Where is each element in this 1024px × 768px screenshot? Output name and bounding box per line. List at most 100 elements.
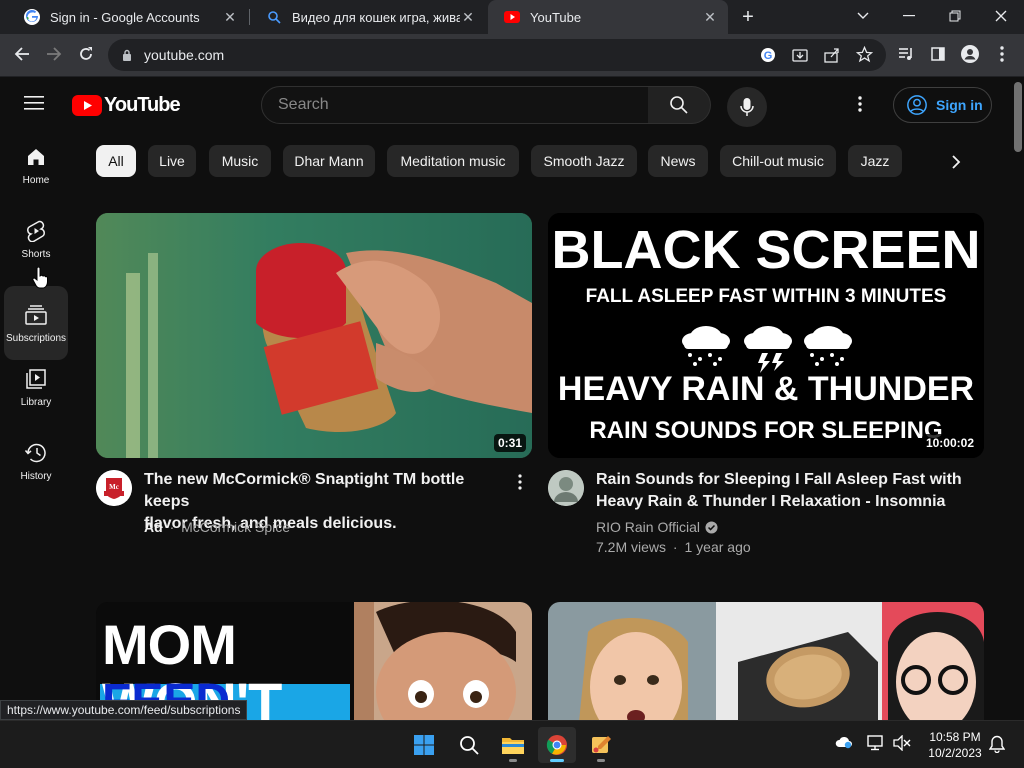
chips-next-button[interactable] (938, 144, 974, 180)
media-control-button[interactable] (892, 40, 920, 68)
notifications-button[interactable] (988, 735, 1006, 758)
tab-youtube[interactable]: YouTube ✕ (488, 0, 728, 34)
youtube-logo[interactable]: YouTube (72, 94, 181, 116)
taskbar-paint[interactable] (582, 727, 620, 763)
search-input[interactable] (278, 96, 648, 114)
playlist-icon (899, 48, 912, 60)
sign-in-button[interactable]: Sign in (893, 87, 992, 123)
tab-google-signin[interactable]: Sign in - Google Accounts ✕ (8, 0, 248, 34)
chrome-icon (546, 735, 567, 755)
guide-item-home[interactable]: Home (4, 128, 68, 202)
tab-search-button[interactable] (840, 0, 886, 32)
channel-avatar-rio-rain[interactable] (548, 470, 584, 506)
reload-button[interactable] (72, 40, 100, 68)
side-panel-button[interactable] (924, 40, 952, 68)
google-g-icon (24, 9, 40, 25)
profile-button[interactable] (956, 40, 984, 68)
address-bar[interactable]: youtube.com G (108, 39, 886, 71)
install-app-icon[interactable] (792, 47, 808, 66)
search-box[interactable] (261, 86, 649, 124)
youtube-logo-icon (72, 94, 102, 116)
video-meta: Ad · McCormick Spice (144, 519, 291, 535)
forward-arrow-icon (47, 47, 62, 61)
onedrive-tray-icon[interactable] (835, 735, 853, 754)
guide-item-library[interactable]: Library (4, 350, 68, 424)
search-icon (460, 736, 479, 755)
side-panel-icon (931, 47, 945, 61)
page-scrollbar[interactable] (1012, 78, 1024, 720)
chip-jazz[interactable]: Jazz (848, 145, 902, 177)
video-title[interactable]: Rain Sounds for Sleeping I Fall Asleep F… (596, 469, 976, 513)
restore-button[interactable] (932, 0, 978, 32)
chip-fade (902, 138, 942, 184)
new-tab-button[interactable]: + (736, 6, 760, 28)
video-duration: 0:31 (493, 434, 526, 452)
guide-item-shorts[interactable]: Shorts (4, 202, 68, 276)
channel-row: RIO Rain Official (596, 517, 718, 537)
channel-name[interactable]: McCormick Spice (181, 519, 290, 535)
reload-icon (80, 47, 92, 60)
channel-avatar-mccormick[interactable]: Mc (96, 470, 132, 506)
share-icon[interactable] (824, 47, 840, 66)
back-button[interactable] (8, 40, 36, 68)
tab-cat-video[interactable]: Видео для кошек игра, живая м ✕ (250, 0, 486, 34)
active-indicator (550, 759, 564, 762)
network-tray-icon[interactable] (867, 735, 885, 756)
scrollbar-thumb[interactable] (1014, 82, 1022, 152)
video-thumbnail-mccormick[interactable]: 0:31 (96, 213, 532, 458)
close-icon[interactable]: ✕ (702, 9, 718, 26)
guide-item-subscriptions[interactable]: Subscriptions (4, 286, 68, 360)
guide-label: History (20, 470, 52, 482)
video-thumbnail-toaster[interactable] (548, 602, 984, 720)
volume-tray-icon[interactable] (893, 734, 911, 756)
channel-name[interactable]: RIO Rain Official (596, 517, 700, 537)
video-action-menu-button[interactable] (518, 474, 522, 495)
running-indicator (509, 759, 517, 762)
bookmark-star-icon[interactable] (855, 45, 874, 66)
close-icon (995, 10, 1007, 22)
file-explorer-icon (502, 738, 524, 754)
channel-avatar-image (548, 470, 584, 506)
sign-in-label: Sign in (936, 97, 983, 113)
running-indicator (597, 759, 605, 762)
home-icon (24, 145, 48, 169)
chip-music[interactable]: Music (209, 145, 271, 177)
system-clock[interactable]: 10:58 PM 10/2/2023 (918, 729, 992, 761)
minimize-button[interactable] (886, 0, 932, 32)
more-vertical-icon (1000, 46, 1004, 62)
window-close-button[interactable] (978, 0, 1024, 32)
windows-start-icon (414, 735, 434, 755)
svg-text:G: G (764, 50, 773, 62)
network-icon (867, 735, 883, 751)
chrome-menu-button[interactable] (988, 40, 1016, 68)
thumbnail-text-line2: FALL ASLEEP FAST WITHIN 3 MINUTES (585, 286, 947, 307)
thumbnail-text-line3: HEAVY RAIN & THUNDER (557, 370, 975, 408)
settings-menu-button[interactable] (858, 96, 862, 117)
forward-button[interactable] (40, 40, 68, 68)
verified-check-icon (705, 520, 718, 534)
lock-icon (123, 49, 131, 61)
profile-icon (961, 45, 979, 63)
search-button[interactable] (648, 86, 711, 124)
thumbnail-text-line2: FEED HUNGRY (102, 678, 352, 700)
taskbar-chrome[interactable] (538, 727, 576, 763)
guide-menu-button[interactable] (24, 95, 46, 113)
chip-chill-out-music[interactable]: Chill-out music (720, 145, 836, 177)
chip-smooth-jazz[interactable]: Smooth Jazz (531, 145, 637, 177)
video-thumbnail-rain-sounds[interactable]: BLACK SCREEN FALL ASLEEP FAST WITHIN 3 M… (548, 213, 984, 458)
chip-dhar-mann[interactable]: Dhar Mann (283, 145, 375, 177)
chip-meditation-music[interactable]: Meditation music (387, 145, 519, 177)
youtube-icon (504, 9, 520, 25)
chip-live[interactable]: Live (148, 145, 196, 177)
start-button[interactable] (405, 727, 443, 763)
close-icon[interactable]: ✕ (222, 9, 238, 26)
more-vertical-icon (858, 96, 862, 112)
chip-news[interactable]: News (648, 145, 708, 177)
close-icon[interactable]: ✕ (460, 9, 476, 26)
google-lens-icon[interactable]: G (760, 47, 776, 66)
taskbar-search-button[interactable] (450, 727, 488, 763)
voice-search-button[interactable] (727, 87, 767, 127)
taskbar-file-explorer[interactable] (494, 727, 532, 763)
guide-item-history[interactable]: History (4, 424, 68, 498)
chip-all[interactable]: All (96, 145, 136, 177)
